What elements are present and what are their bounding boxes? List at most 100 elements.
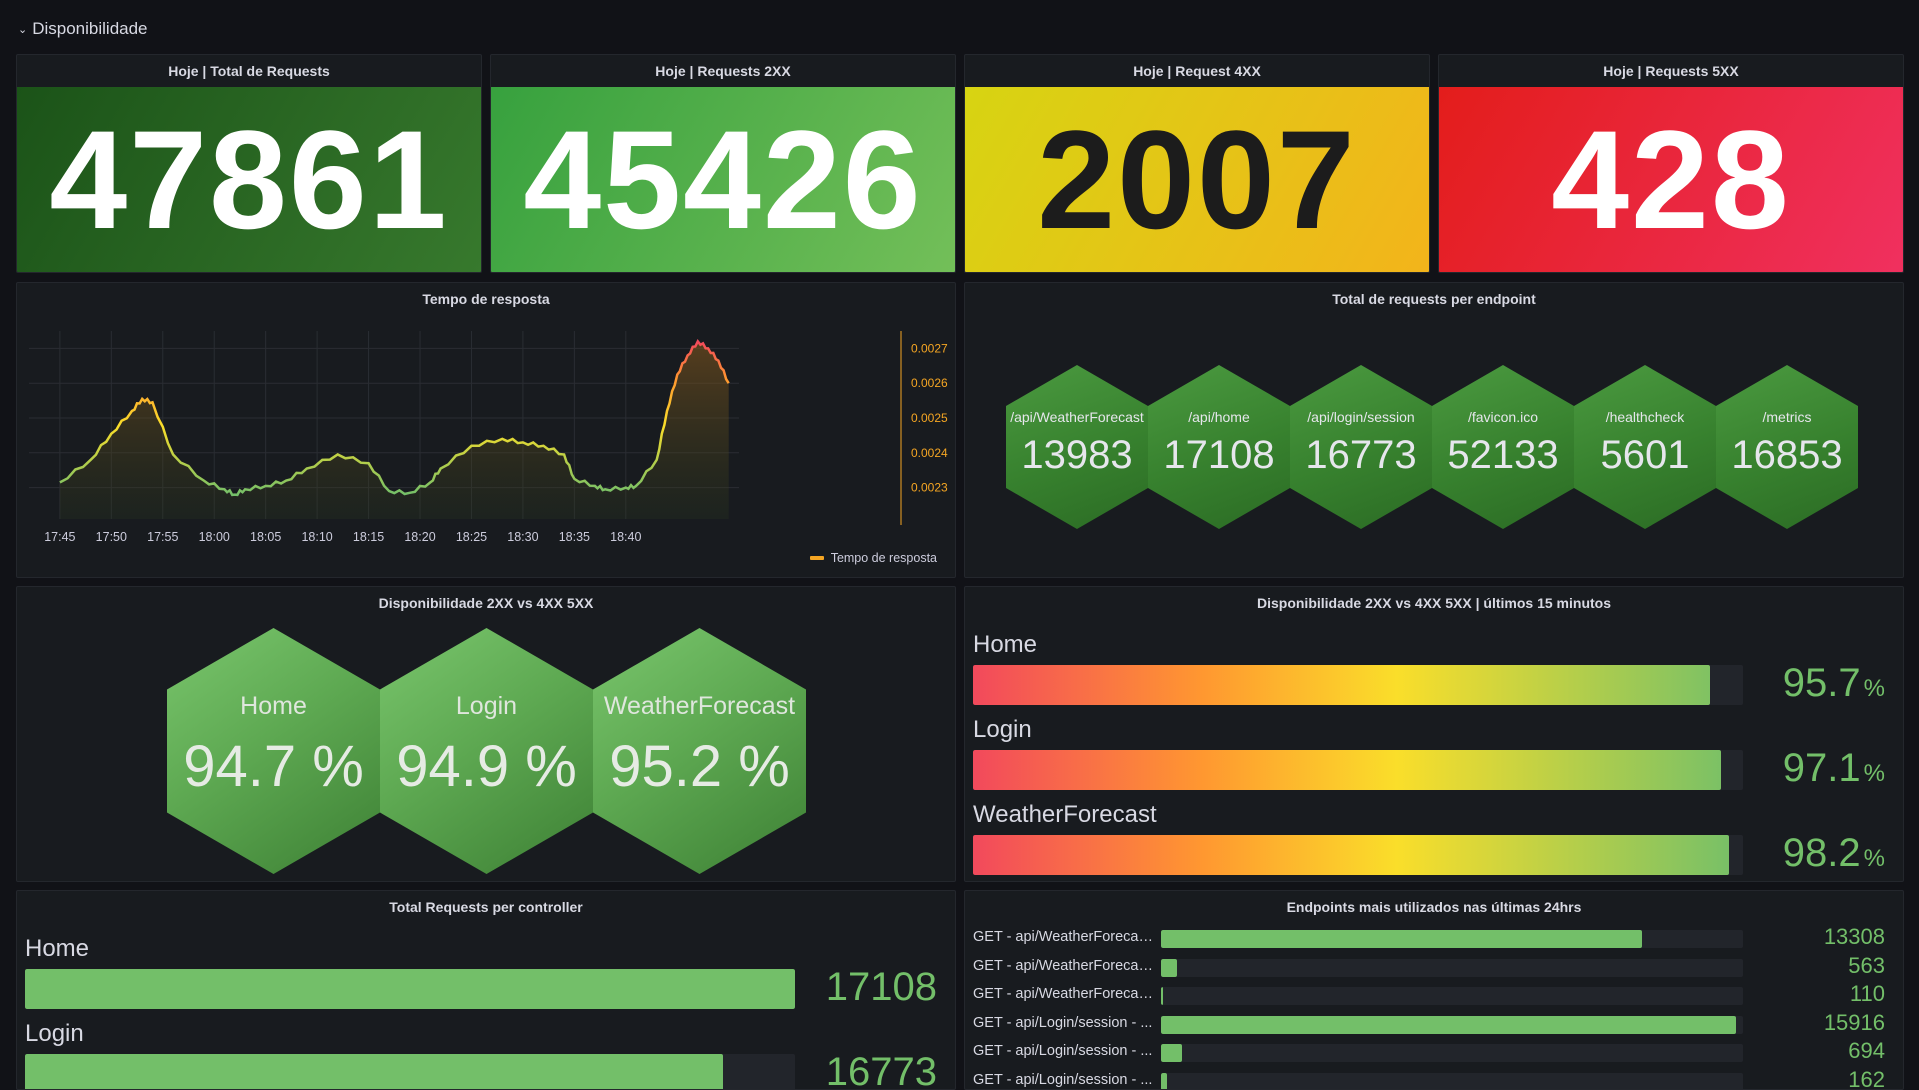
gauge-bar-value: 98.2% (1783, 831, 1885, 876)
bar-label: Login (973, 716, 1032, 743)
x-tick-label: 18:40 (610, 530, 641, 544)
stat-value-2xx: 45426 (491, 87, 955, 272)
x-tick-label: 18:05 (250, 530, 281, 544)
gauge-value-number: 95.7 (1782, 661, 1861, 705)
x-tick-label: 18:10 (301, 530, 332, 544)
endpoint-label: GET - api/WeatherForecas... (973, 957, 1153, 974)
panel-title: Disponibilidade 2XX vs 4XX 5XX | últimos… (1256, 595, 1611, 611)
response-time-chart[interactable]: 0.0023 0.0024 0.0025 0.0026 0.0027 17:45 17:5… (17, 283, 956, 578)
gauge-value-unit: % (1863, 760, 1885, 787)
endpoint-hexagon-label: /healthcheck (1605, 408, 1685, 425)
endpoint-hexagon-label: /api/home (1188, 408, 1250, 425)
x-tick-label: 17:45 (44, 530, 75, 544)
gauge-bar-fill (973, 665, 1710, 705)
availability-hexagon-label: WeatherForecast (603, 692, 796, 720)
endpoint-hexagon-value: 52133 (1447, 432, 1559, 477)
gauge-bar-fill (973, 750, 1721, 790)
y-tick-label: 0.0024 (911, 446, 948, 460)
bar-track (25, 1054, 795, 1089)
endpoint-bar-fill (1161, 958, 1177, 977)
bar-label: Login (25, 1020, 84, 1047)
chevron-down-icon: ⌄ (18, 23, 28, 36)
availability-hexagon-label: Home (240, 692, 307, 720)
x-tick-label: 18:35 (559, 530, 590, 544)
panel-title: Total Requests per controller (389, 899, 583, 915)
availability-hexagon-value: 94.7 % (183, 734, 364, 799)
gauge-value-unit: % (1863, 675, 1885, 702)
stat-panel-total: Hoje | Total de Requests 47861 (16, 54, 482, 273)
endpoint-bar-fill (1161, 1044, 1182, 1063)
endpoint-hexagon[interactable]: /favicon.ico 52133 (1432, 365, 1574, 529)
stat-value-5xx: 428 (1439, 87, 1903, 272)
endpoint-bar-fill (1161, 1073, 1167, 1089)
gauge-bar-track (973, 835, 1743, 875)
endpoint-hexagon-value: 16853 (1731, 432, 1843, 477)
bar-label: Home (973, 631, 1038, 658)
endpoint-label: GET - api/Login/session - ... (973, 1043, 1153, 1060)
endpoint-hexagon[interactable]: /api/home 17108 (1148, 365, 1290, 529)
endpoint-hexagon[interactable]: /metrics 16853 (1716, 365, 1858, 529)
gauge-bar-track (973, 665, 1743, 705)
row-toggle-disponibilidade[interactable]: ⌄ Disponibilidade (18, 16, 148, 42)
panel-title: Endpoints mais utilizados nas últimas 24… (1286, 899, 1582, 915)
availability-hexagon-value: 95.2 % (609, 734, 790, 799)
endpoint-bar-track (1161, 958, 1743, 977)
endpoint-hexagon[interactable]: /healthcheck 5601 (1574, 365, 1716, 529)
availability-15m-panel: Disponibilidade 2XX vs 4XX 5XX | últimos… (964, 586, 1904, 882)
x-tick-label: 17:50 (96, 530, 127, 544)
x-tick-label: 18:00 (199, 530, 230, 544)
row-title: Disponibilidade (32, 19, 148, 38)
endpoint-bar-track (1161, 1044, 1743, 1063)
y-tick-label: 0.0025 (911, 411, 948, 425)
endpoint-value: 15916 (1823, 1009, 1885, 1035)
response-time-panel: Tempo de resposta 0.0023 0.0024 0.0025 0.00… (16, 282, 956, 578)
bar-label: Home (25, 935, 90, 962)
stat-panel-4xx: Hoje | Request 4XX 2007 (964, 54, 1430, 273)
availability-hexagon[interactable]: Login 94.9 % (380, 628, 593, 874)
endpoint-hexagon[interactable]: /api/WeatherForecast 13983 (1006, 365, 1148, 529)
availability-hexagon[interactable]: WeatherForecast 95.2 % (593, 628, 806, 874)
availability-hexagon-value: 94.9 % (396, 734, 577, 799)
stat-value-total: 47861 (17, 87, 481, 272)
bar-value: 16773 (825, 1050, 937, 1090)
endpoint-hexagon-label: /metrics (1762, 408, 1812, 425)
panel-title: Hoje | Requests 2XX (655, 63, 791, 79)
endpoint-value: 694 (1848, 1038, 1885, 1064)
endpoint-hexagon-label: /favicon.ico (1467, 408, 1539, 425)
endpoint-hexagon[interactable]: /api/login/session 16773 (1290, 365, 1432, 529)
endpoint-hexagon-label: /api/WeatherForecast (1010, 408, 1144, 425)
panel-title: Disponibilidade 2XX vs 4XX 5XX (378, 595, 594, 611)
controllers-panel: Total Requests per controller Home 17108 L… (16, 890, 956, 1090)
y-tick-label: 0.0023 (911, 481, 948, 495)
endpoint-hexagon-value: 13983 (1021, 432, 1133, 477)
endpoint-hexagon-value: 5601 (1600, 432, 1690, 477)
endpoint-label: GET - api/WeatherForecas... (973, 929, 1153, 945)
endpoint-bar-fill (1161, 1015, 1737, 1034)
bar-label: WeatherForecast (973, 801, 1157, 828)
bar-fill (25, 969, 795, 1009)
panel-title: Hoje | Request 4XX (1133, 63, 1261, 79)
stat-value-4xx: 2007 (965, 87, 1429, 272)
x-tick-label: 17:55 (147, 530, 178, 544)
endpoint-hexagon-value: 16773 (1305, 432, 1417, 477)
availability-hexagon[interactable]: Home 94.7 % (167, 628, 380, 874)
stat-panel-5xx: Hoje | Requests 5XX 428 (1438, 54, 1904, 273)
chart-legend[interactable]: Tempo de resposta (809, 551, 937, 565)
x-tick-label: 18:20 (404, 530, 435, 544)
gauge-bar-track (973, 750, 1743, 790)
endpoint-value: 563 (1848, 952, 1885, 978)
availability-hexagon-label: Login (455, 692, 518, 720)
panel-title: Hoje | Total de Requests (168, 63, 330, 79)
endpoint-bar-track (1161, 1015, 1743, 1034)
endpoints-total-panel: Total de requests per endpoint /api/Weat… (964, 282, 1904, 578)
endpoint-bar-track (1161, 930, 1743, 948)
bar-track (25, 969, 795, 1009)
gauge-bar-value: 95.7% (1783, 661, 1885, 706)
endpoint-bar-fill (1161, 930, 1642, 948)
endpoint-bar-track (1161, 1073, 1743, 1089)
legend-swatch (809, 556, 824, 560)
endpoint-bar-track (1161, 987, 1743, 1006)
endpoint-label: GET - api/WeatherForecas... (973, 986, 1153, 1003)
top-endpoints-panel: Endpoints mais utilizados nas últimas 24… (964, 890, 1904, 1090)
bar-value: 17108 (825, 965, 937, 1009)
